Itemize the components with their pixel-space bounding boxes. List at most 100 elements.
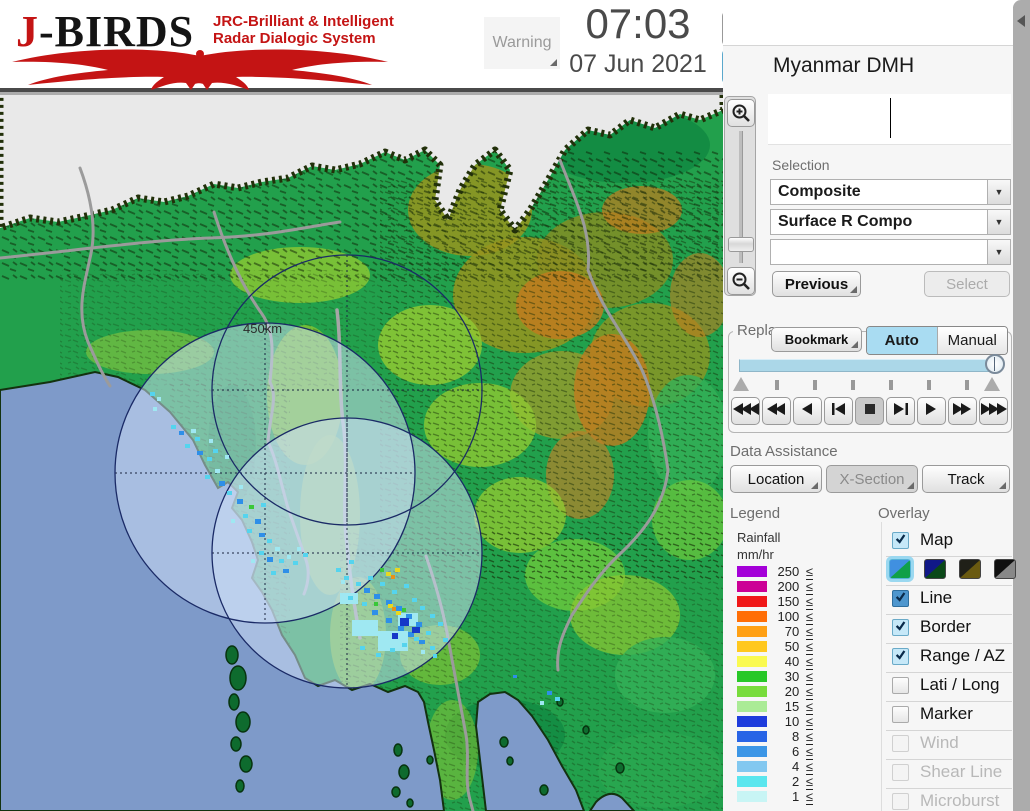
legend-value: 150 ≤: [769, 594, 813, 609]
legend-row: 100 ≤: [737, 611, 857, 623]
zoom-out-button[interactable]: [727, 267, 755, 295]
auto-button[interactable]: Auto: [867, 327, 937, 354]
selection-dropdown-1[interactable]: Composite▼: [770, 179, 1011, 205]
panel-toolbar-area: [723, 0, 1013, 46]
checkbox-line[interactable]: [892, 590, 909, 607]
zoom-out-icon: [731, 271, 751, 291]
lte-icon: ≤: [806, 609, 813, 625]
track-button[interactable]: Track: [922, 465, 1010, 493]
text-caret: [890, 98, 891, 138]
overlay-row-range-az: Range / AZ: [886, 643, 1012, 673]
legend-row: 200 ≤: [737, 581, 857, 593]
checkbox-marker[interactable]: [892, 706, 909, 723]
chevron-down-icon[interactable]: ▼: [987, 180, 1010, 204]
checkbox-map[interactable]: [892, 532, 909, 549]
lte-icon: ≤: [806, 669, 813, 685]
legend-swatch: [737, 656, 767, 667]
lte-icon: ≤: [806, 654, 813, 670]
previous-button[interactable]: Previous: [772, 271, 861, 297]
overlay-label: Overlay: [878, 505, 930, 522]
legend-row: 10 ≤: [737, 716, 857, 728]
lte-icon: ≤: [806, 639, 813, 655]
slider-tick: [889, 380, 893, 390]
overlay-row-shear-line: Shear Line: [886, 759, 1012, 789]
info-field[interactable]: [768, 94, 1011, 145]
legend-value: 8 ≤: [769, 729, 813, 744]
legend-value: 40 ≤: [769, 654, 813, 669]
forward-button[interactable]: [948, 397, 977, 425]
location-button[interactable]: Location: [730, 465, 822, 493]
chevron-down-icon[interactable]: ▼: [987, 210, 1010, 234]
chevron-down-icon[interactable]: ▼: [987, 240, 1010, 264]
radar-map[interactable]: 450km: [0, 90, 723, 811]
bookmark-button[interactable]: Bookmark: [771, 327, 862, 352]
legend-swatch: [737, 611, 767, 622]
legend-value: 70 ≤: [769, 624, 813, 639]
legend-swatch: [737, 671, 767, 682]
replay-slider-track[interactable]: [739, 359, 997, 372]
rewind-fast-button[interactable]: [731, 397, 760, 425]
select-button[interactable]: Select: [924, 271, 1010, 297]
stop-button[interactable]: [855, 397, 884, 425]
legend-value: 6 ≤: [769, 744, 813, 759]
checkbox-lati-long[interactable]: [892, 677, 909, 694]
checkbox-border[interactable]: [892, 619, 909, 636]
check-icon: [894, 619, 907, 637]
step-forward-button[interactable]: [886, 397, 915, 425]
legend-row: 70 ≤: [737, 626, 857, 638]
warning-button[interactable]: Warning: [484, 17, 560, 69]
forward-fast-icon: [981, 401, 1007, 422]
overlay-row-marker: Marker: [886, 701, 1012, 731]
checkbox-range-az[interactable]: [892, 648, 909, 665]
replay-slider-handle[interactable]: [985, 354, 1005, 374]
slider-start-marker[interactable]: [733, 377, 749, 391]
legend-value: 200 ≤: [769, 579, 813, 594]
overlay-row-border: Border: [886, 614, 1012, 644]
map-style-swatch-2[interactable]: [924, 559, 946, 579]
legend-swatch: [737, 761, 767, 772]
forward-icon: [950, 401, 976, 422]
overlay-item-label: Lati / Long: [920, 675, 999, 695]
play-backward-button[interactable]: [793, 397, 822, 425]
legend-value: 2 ≤: [769, 774, 813, 789]
checkbox-microburst: [892, 793, 909, 810]
legend-swatch: [737, 581, 767, 592]
play-button[interactable]: [917, 397, 946, 425]
forward-fast-button[interactable]: [979, 397, 1008, 425]
map-style-swatch-1[interactable]: [889, 559, 911, 579]
legend-row: 150 ≤: [737, 596, 857, 608]
legend-row: 20 ≤: [737, 686, 857, 698]
rewind-icon: [764, 401, 790, 422]
overlay-row-line: Line: [886, 585, 1012, 615]
data-assistance-label: Data Assistance: [730, 443, 838, 460]
lte-icon: ≤: [806, 759, 813, 775]
overlay-row-lati-long: Lati / Long: [886, 672, 1012, 702]
step-back-button[interactable]: [824, 397, 853, 425]
map-style-swatch-3[interactable]: [959, 559, 981, 579]
map-style-swatch-4[interactable]: [994, 559, 1016, 579]
legend-swatch: [737, 626, 767, 637]
selection-dropdown-2[interactable]: Surface R Compo▼: [770, 209, 1011, 235]
check-icon: [894, 590, 907, 608]
collapse-arrow-icon[interactable]: [1017, 15, 1025, 27]
legend-swatch: [737, 641, 767, 652]
legend-unit-line1: Rainfall: [737, 530, 780, 545]
panel-collapse-strip[interactable]: [1013, 0, 1030, 811]
manual-button[interactable]: Manual: [937, 327, 1008, 354]
zoom-in-button[interactable]: [727, 99, 755, 127]
zoom-slider-handle[interactable]: [728, 237, 754, 252]
selection-label: Selection: [772, 157, 830, 173]
dropdown-value: Composite: [771, 183, 987, 201]
legend-swatch: [737, 791, 767, 802]
slider-end-marker[interactable]: [984, 377, 1000, 391]
overlay-item-label: Microburst: [920, 791, 999, 811]
legend-unit-line2: mm/hr: [737, 547, 774, 562]
xsection-button[interactable]: X-Section: [826, 465, 918, 493]
legend-swatch: [737, 776, 767, 787]
lte-icon: ≤: [806, 729, 813, 745]
play-backward-icon: [795, 401, 821, 422]
step-back-icon: [826, 401, 852, 422]
selection-dropdown-3[interactable]: ▼: [770, 239, 1011, 265]
legend-row: 15 ≤: [737, 701, 857, 713]
rewind-button[interactable]: [762, 397, 791, 425]
